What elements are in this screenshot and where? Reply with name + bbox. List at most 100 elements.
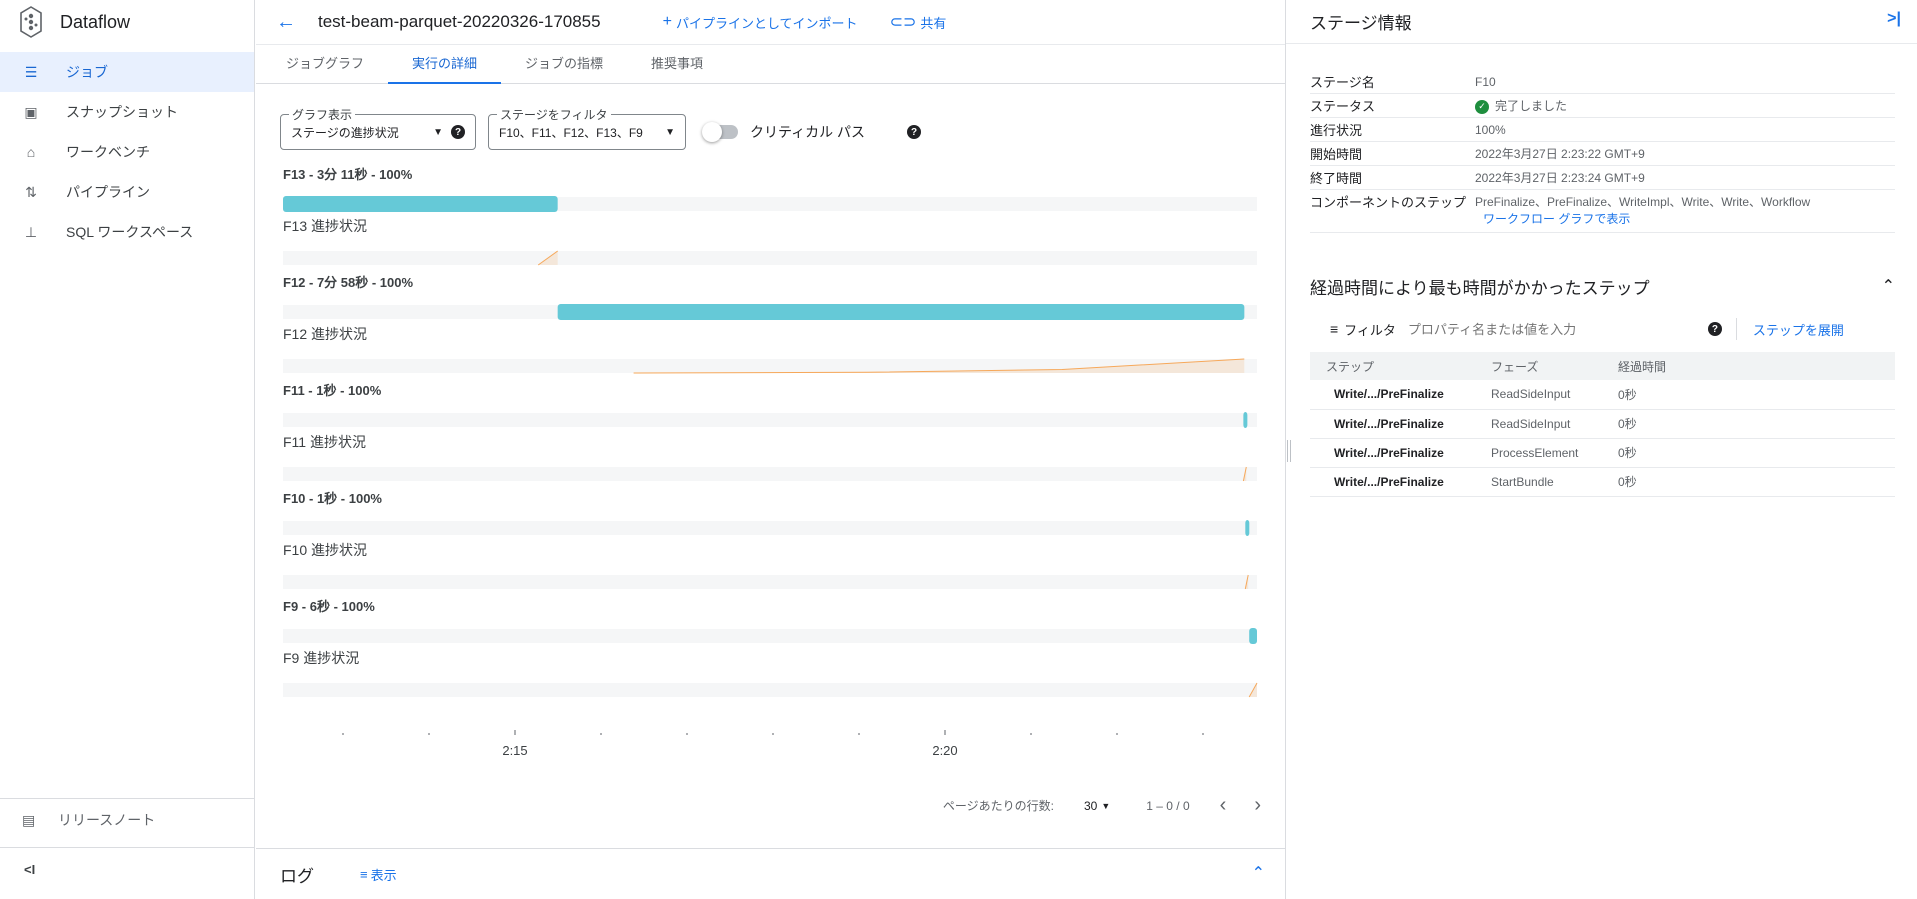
progress-value: 100% <box>1475 122 1506 137</box>
sidebar-item-label: ジョブ <box>66 64 108 80</box>
panel-title: ステージ情報 <box>1310 14 1412 33</box>
help-icon[interactable]: ? <box>907 125 922 139</box>
tab-execution-details[interactable]: 実行の詳細 <box>388 45 502 84</box>
info-row-end-time: 終了時間 2022年3月27日 2:23:24 GMT+9 <box>1310 166 1895 190</box>
stage-filter-select[interactable]: ステージをフィルタ F10、F11、F12、F13、F9 ▼ <box>488 106 686 150</box>
column-header-step[interactable]: ステップ <box>1310 352 1475 380</box>
graph-view-select[interactable]: グラフ表示 ステージの進捗状況 ▼ ? <box>280 106 476 150</box>
tab-bar: ジョブグラフ 実行の詳細 ジョブの指標 推奨事項 <box>256 44 1285 84</box>
stage-bar-track <box>283 521 1257 535</box>
info-row-progress: 進行状況 100% <box>1310 118 1895 142</box>
stage-name-value: F10 <box>1475 74 1496 89</box>
info-key: コンポーネントのステップ <box>1310 195 1467 210</box>
status-value: ✓ 完了しました <box>1475 97 1567 114</box>
main-content: ← test-beam-parquet-20220326-170855 + パイ… <box>256 0 1285 899</box>
rows-per-page-value: 30 <box>1084 798 1098 813</box>
end-time-value: 2022年3月27日 2:23:24 GMT+9 <box>1475 171 1645 185</box>
stage-progress-label: F13 進捗状況 <box>283 218 367 234</box>
sidebar-item-pipelines[interactable]: ⇅ パイプライン <box>0 172 254 212</box>
step-cell: Write/.../PreFinalize <box>1310 409 1475 439</box>
filter-input[interactable] <box>1407 321 1708 337</box>
axis-tick-label: 2:15 <box>502 743 527 758</box>
dataflow-logo-icon <box>20 6 42 38</box>
help-icon[interactable]: ? <box>451 125 465 139</box>
release-notes-icon: ▤ <box>22 811 36 828</box>
sidebar-nav: ☰ ジョブ ▣ スナップショット ⌂ ワークベンチ ⇅ パイプライン ⊥ SQL… <box>0 52 254 252</box>
next-page-icon[interactable]: › <box>1254 794 1261 817</box>
sidebar-item-snapshots[interactable]: ▣ スナップショット <box>0 92 254 132</box>
critical-path-toggle[interactable] <box>702 122 738 142</box>
divider <box>0 847 254 848</box>
prev-page-icon[interactable]: ‹ <box>1220 794 1227 817</box>
expand-steps-button[interactable]: ステップを展開 <box>1753 320 1844 339</box>
divider <box>0 798 254 799</box>
workbench-icon: ⌂ <box>26 144 36 160</box>
sidebar-item-workbench[interactable]: ⌂ ワークベンチ <box>0 132 254 172</box>
close-panel-icon[interactable]: >| <box>1887 10 1901 28</box>
status-text: 完了しました <box>1495 99 1568 113</box>
stage-progress-label: F9 進捗状況 <box>283 650 359 666</box>
elapsed-cell: 0秒 <box>1602 409 1895 439</box>
stage-duration-bar[interactable] <box>1249 628 1257 644</box>
tab-job-metrics[interactable]: ジョブの指標 <box>501 45 627 83</box>
sidebar-item-jobs[interactable]: ☰ ジョブ <box>0 52 254 92</box>
app-name: Dataflow <box>60 11 131 32</box>
axis-tick-label: 2:20 <box>932 743 957 758</box>
stage-bar-track <box>283 413 1257 427</box>
job-title: test-beam-parquet-20220326-170855 <box>318 12 601 31</box>
slowest-steps-title: 経過時間により最も時間がかかったステップ <box>1310 279 1650 298</box>
critical-path-label: クリティカル パス <box>750 124 866 140</box>
expand-logs-icon[interactable]: ⌃ <box>1252 863 1265 883</box>
stage-duration-bar[interactable] <box>1243 412 1248 428</box>
tab-job-graph[interactable]: ジョブグラフ <box>262 45 388 83</box>
back-arrow-icon[interactable]: ← <box>276 11 296 34</box>
progress-track <box>283 467 1257 481</box>
info-key: 終了時間 <box>1310 171 1363 186</box>
collapse-section-icon[interactable]: ⌃ <box>1882 276 1895 296</box>
stage-bar-label: F9 - 6秒 - 100% <box>283 599 375 614</box>
snapshot-icon: ▣ <box>24 103 38 120</box>
progress-track <box>283 251 1257 265</box>
sidebar-item-label: ワークベンチ <box>66 144 150 160</box>
column-header-phase[interactable]: フェーズ <box>1475 352 1602 380</box>
stage-duration-bar[interactable] <box>1245 520 1250 536</box>
elapsed-cell: 0秒 <box>1602 380 1895 410</box>
import-as-pipeline-button[interactable]: + パイプラインとしてインポート <box>663 13 858 32</box>
sidebar-item-label: スナップショット <box>66 104 178 120</box>
table-header-row: ステップ フェーズ 経過時間 <box>1310 352 1895 380</box>
phase-cell: ReadSideInput <box>1475 380 1602 410</box>
step-cell: Write/.../PreFinalize <box>1310 467 1475 497</box>
info-row-stage-name: ステージ名 F10 <box>1310 70 1895 94</box>
slowest-steps-table: ステップ フェーズ 経過時間 Write/.../PreFinalize Rea… <box>1310 352 1895 497</box>
phase-cell: StartBundle <box>1475 467 1602 497</box>
sidebar-item-sql-workspace[interactable]: ⊥ SQL ワークスペース <box>0 212 254 252</box>
share-button[interactable]: ⊂⊃ 共有 <box>890 12 947 32</box>
show-logs-button[interactable]: ≡ 表示 <box>360 865 397 884</box>
help-icon[interactable]: ? <box>1707 322 1722 336</box>
release-notes-link[interactable]: ▤ リリースノート <box>22 810 155 830</box>
filter-label: フィルタ <box>1344 322 1396 338</box>
stage-info-panel: ステージ情報 >| ステージ名 F10 ステータス ✓ 完了しました 進行状況 1… <box>1285 0 1917 899</box>
plus-icon: + <box>662 13 672 30</box>
stage-bar-label: F11 - 1秒 - 100% <box>283 383 382 398</box>
stage-duration-bar[interactable] <box>557 304 1245 320</box>
link-icon: ⊂⊃ <box>889 14 917 31</box>
table-row[interactable]: Write/.../PreFinalize ReadSideInput 0秒 <box>1310 409 1895 439</box>
info-key: ステージ名 <box>1310 75 1375 90</box>
tab-recommendations[interactable]: 推奨事項 <box>627 45 727 83</box>
phase-cell: ReadSideInput <box>1475 409 1602 439</box>
column-header-elapsed[interactable]: 経過時間 <box>1602 352 1895 380</box>
filter-button[interactable]: ≡ フィルタ <box>1330 320 1396 339</box>
chart-controls: グラフ表示 ステージの進捗状況 ▼ ? ステージをフィルタ F10、F11、F1… <box>280 106 922 150</box>
table-row[interactable]: Write/.../PreFinalize ReadSideInput 0秒 <box>1310 380 1895 410</box>
table-row[interactable]: Write/.../PreFinalize StartBundle 0秒 <box>1310 467 1895 497</box>
stage-progress-chart: F13 - 3分 11秒 - 100% F13 進捗状況 F12 - 7分 58秒 … <box>283 167 1258 758</box>
table-row[interactable]: Write/.../PreFinalize ProcessElement 0秒 <box>1310 438 1895 468</box>
rows-per-page-select[interactable]: 30 ▼ <box>1084 799 1110 813</box>
info-row-component-steps: コンポーネントのステップ PreFinalize、PreFinalize、Wri… <box>1310 190 1895 233</box>
workflow-graph-link[interactable]: ワークフロー グラフで表示 <box>1483 212 1630 226</box>
stage-duration-bar[interactable] <box>283 196 558 212</box>
elapsed-cell: 0秒 <box>1602 438 1895 468</box>
stage-filter-value: F10、F11、F12、F13、F9 <box>499 125 643 140</box>
collapse-sidebar-icon[interactable]: <I <box>24 862 35 877</box>
